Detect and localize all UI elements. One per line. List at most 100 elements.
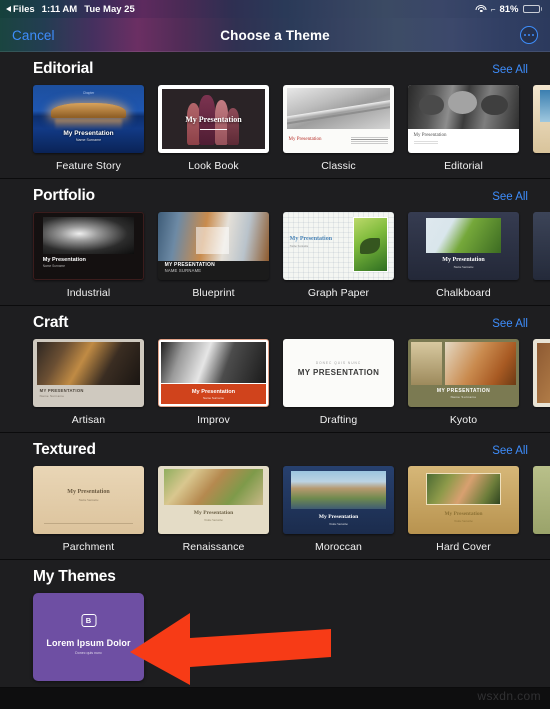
see-all-link[interactable]: See All [492, 191, 528, 203]
thumb-title-block: MY PRESENTATION Name Surname [40, 388, 84, 399]
theme-card[interactable]: My Presentation Name Surname Industrial [33, 212, 144, 299]
theme-row[interactable]: B Lorem Ipsum Dolor Donec quis nunc [0, 593, 550, 681]
theme-card[interactable]: My Presentation Name Surname Hard Cover [408, 466, 519, 553]
location-arrow-icon: ⌐ [490, 4, 496, 14]
thumb-subtitle: Name Surname [289, 244, 309, 249]
status-bar-date: Tue May 25 [84, 3, 135, 15]
theme-card[interactable]: MY PRESENTATION NAME SURNAME Blueprint [158, 212, 269, 299]
theme-name: Parchment [62, 541, 115, 553]
theme-card-partial[interactable] [533, 212, 550, 299]
status-bar-left: Files 1:11 AM Tue May 25 [6, 4, 135, 15]
theme-row[interactable]: My Presentation Name Surname Parchment My P… [0, 466, 550, 553]
thumb-title: MY PRESENTATION [297, 367, 380, 377]
theme-card[interactable]: My Presentation Look Book [158, 85, 269, 172]
theme-thumbnail[interactable] [533, 339, 550, 407]
theme-thumbnail[interactable]: My Presentation Name Surname [283, 466, 394, 534]
back-triangle-icon [6, 6, 11, 12]
theme-thumbnail[interactable]: My Presentation [408, 85, 519, 153]
thumb-title: My Presentation [444, 510, 483, 517]
see-all-link[interactable]: See All [492, 445, 528, 457]
theme-thumbnail[interactable]: My Presentation Name Surname [158, 466, 269, 534]
watermark: wsxdn.com [477, 689, 541, 703]
section-title: My Themes [33, 568, 116, 585]
navigation-bar: Cancel Choose a Theme [0, 18, 550, 52]
section-header: Editorial See All [0, 60, 550, 78]
thumb-title-block: My Presentation Name Surname [159, 389, 268, 400]
thumb-title: My Presentation [318, 513, 359, 520]
section-header: Portfolio See All [0, 187, 550, 205]
theme-row[interactable]: MY PRESENTATION Name Surname Artisan My Pre… [0, 339, 550, 426]
theme-thumbnail[interactable]: My Presentation Name Surname [408, 212, 519, 280]
theme-thumbnail[interactable]: My Presentation Name Surname [158, 339, 269, 407]
section-header: Craft See All [0, 314, 550, 332]
theme-name: Classic [321, 160, 356, 172]
theme-thumbnail[interactable]: MY PRESENTATION Name Surname [33, 339, 144, 407]
section-title: Textured [33, 441, 96, 458]
my-theme-card[interactable]: B Lorem Ipsum Dolor Donec quis nunc [33, 593, 144, 681]
thumb-title: MY PRESENTATION [39, 387, 84, 393]
theme-thumbnail[interactable]: My Presentation Name Surname [33, 212, 144, 280]
thumb-title-block: My Presentation Name Surname [33, 130, 144, 142]
thumb-subtitle: Donec quis nunc [75, 651, 102, 656]
theme-name: Moroccan [315, 541, 362, 553]
theme-name: Graph Paper [307, 287, 370, 299]
theme-chooser-scroll-area[interactable]: Editorial See All Chapter My Presentation Na… [0, 52, 550, 709]
thumb-subtitle: Name Surname [450, 395, 477, 400]
thumb-title: Lorem Ipsum Dolor [46, 637, 131, 648]
theme-thumbnail[interactable] [533, 212, 550, 280]
theme-section-editorial: Editorial See All Chapter My Presentation Na… [0, 52, 550, 179]
theme-card[interactable]: My Presentation Name Surname Parchment [33, 466, 144, 553]
theme-thumbnail[interactable]: MY PRESENTATION NAME SURNAME [158, 212, 269, 280]
section-title: Portfolio [33, 187, 95, 204]
theme-thumbnail[interactable]: My Presentation [158, 85, 269, 153]
thumb-title: My Presentation [185, 114, 242, 124]
theme-thumbnail[interactable] [533, 466, 550, 534]
thumb-subtitle: Name Surname [454, 518, 473, 523]
theme-row[interactable]: My Presentation Name Surname Industrial MY … [0, 212, 550, 299]
theme-card-partial[interactable] [533, 339, 550, 426]
theme-card[interactable]: My Presentation Name Surname Chalkboard [408, 212, 519, 299]
see-all-link[interactable]: See All [492, 318, 528, 330]
theme-thumbnail[interactable]: My Presentation Name Surname [408, 466, 519, 534]
theme-card[interactable]: DONEC QUIS NUNC MY PRESENTATION Drafting [283, 339, 394, 426]
thumb-subtitle: Name Surname [42, 263, 66, 268]
thumb-title-block: My Presentation Name Surname [158, 510, 269, 522]
thumb-subtitle: Name Surname [78, 498, 99, 503]
thumb-title-block: MY PRESENTATION Name Surname [408, 388, 519, 400]
theme-thumbnail[interactable]: My Presentation [283, 85, 394, 153]
back-to-app-button[interactable]: Files [6, 4, 35, 15]
see-all-link[interactable]: See All [492, 64, 528, 76]
theme-name: Look Book [188, 160, 239, 172]
thumb-title-block: MY PRESENTATION NAME SURNAME [165, 262, 215, 273]
thumb-title: My Presentation [42, 256, 86, 263]
theme-thumbnail[interactable]: MY PRESENTATION Name Surname [408, 339, 519, 407]
ellipsis-circle-icon[interactable] [520, 26, 538, 44]
thumb-title-block: My Presentation Name Surname [290, 236, 332, 248]
theme-name: Improv [197, 414, 230, 426]
theme-card[interactable]: Chapter My Presentation Name Surname Featur… [33, 85, 144, 172]
theme-thumbnail[interactable]: My Presentation Name Surname [283, 212, 394, 280]
thumb-title-block: My Presentation Name Surname [283, 514, 394, 526]
theme-card[interactable]: My Presentation Editorial [408, 85, 519, 172]
theme-card-partial[interactable] [533, 85, 550, 172]
theme-thumbnail[interactable] [533, 85, 550, 153]
theme-card[interactable]: My Presentation Name Surname Graph Paper [283, 212, 394, 299]
theme-name: Drafting [319, 414, 358, 426]
cancel-button[interactable]: Cancel [12, 28, 55, 43]
theme-card[interactable]: MY PRESENTATION Name Surname Kyoto [408, 339, 519, 426]
theme-thumbnail[interactable]: My Presentation Name Surname [33, 466, 144, 534]
theme-card[interactable]: My Presentation Name Surname Moroccan [283, 466, 394, 553]
theme-row[interactable]: Chapter My Presentation Name Surname Featur… [0, 85, 550, 172]
thumb-title: My Presentation [193, 509, 234, 516]
thumb-title-block: My Presentation Name Surname [43, 257, 86, 268]
theme-card-partial[interactable] [533, 466, 550, 553]
theme-card[interactable]: My Presentation Name Surname Improv [158, 339, 269, 426]
theme-thumbnail[interactable]: Chapter My Presentation Name Surname [33, 85, 144, 153]
thumb-subtitle: Name Surname [453, 264, 474, 269]
theme-name: Hard Cover [436, 541, 491, 553]
theme-thumbnail[interactable]: B Lorem Ipsum Dolor Donec quis nunc [33, 593, 144, 681]
theme-card[interactable]: My Presentation Classic [283, 85, 394, 172]
theme-card[interactable]: MY PRESENTATION Name Surname Artisan [33, 339, 144, 426]
theme-card[interactable]: My Presentation Name Surname Renaissance [158, 466, 269, 553]
theme-thumbnail[interactable]: DONEC QUIS NUNC MY PRESENTATION [283, 339, 394, 407]
